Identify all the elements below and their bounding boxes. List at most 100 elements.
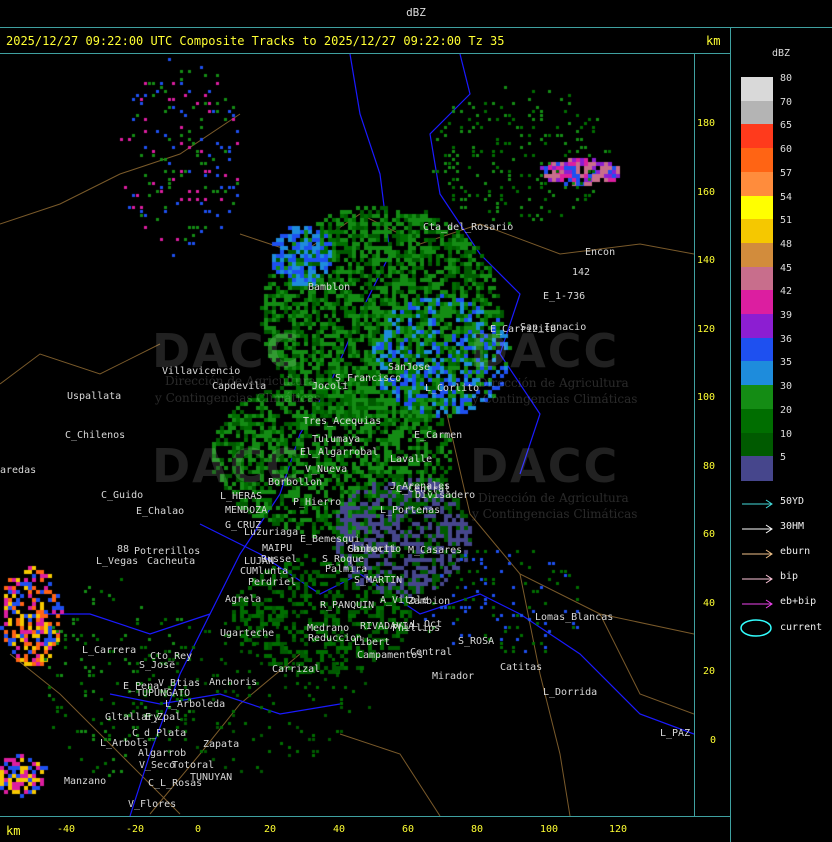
place-label: S_Francisco [335, 373, 402, 384]
place-label: Uspallata [67, 391, 122, 402]
track-legend-label: 30HM [780, 521, 805, 532]
place-label: C_Guido [101, 490, 144, 501]
legend-swatch [741, 242, 773, 268]
y-tick-label: 0 [710, 734, 717, 746]
legend-swatch [741, 456, 773, 482]
track-legend-label: eb+bip [780, 596, 817, 607]
current-legend-label: current [780, 622, 823, 633]
legend-value-label: 70 [780, 96, 793, 108]
x-tick-label: 40 [333, 824, 346, 835]
km-unit-label-bottom: km [6, 824, 21, 838]
place-label: L_PAZ [660, 728, 691, 739]
y-tick-label: 20 [703, 666, 716, 677]
place-label: Villavicencio [162, 366, 241, 377]
legend-swatch [741, 385, 773, 411]
y-tick-label: 120 [697, 323, 716, 335]
legend-value-label: 10 [780, 428, 793, 440]
x-tick-label: 100 [540, 824, 559, 835]
legend-swatch [741, 148, 773, 174]
top-frame-line [0, 27, 832, 28]
place-label: V_Seco [139, 760, 176, 771]
place-label: Cacheuta [147, 556, 196, 567]
place-label: L_Dorrida [543, 687, 598, 698]
legend-swatch [741, 219, 773, 245]
legend-value-label: 30 [780, 381, 793, 393]
x-tick-label: -40 [57, 824, 76, 835]
y-tick-label: 160 [697, 186, 716, 198]
place-label: TUPUNGATO [136, 688, 191, 699]
place-label: Cta_del_Rosario [423, 222, 514, 233]
place-label: Perdriel [248, 577, 297, 588]
place-label: Algarrob [138, 748, 187, 759]
place-label: Totoral [172, 760, 215, 771]
y-tick-label: 80 [703, 460, 716, 472]
place-label: Encon [585, 247, 616, 258]
place-label: Agrela [225, 594, 262, 605]
legend-value-label: 42 [780, 286, 793, 298]
place-label: aredas [0, 465, 37, 476]
place-label: M_Casares [408, 545, 463, 556]
place-label: Capdevila [212, 381, 267, 392]
place-label: 142 [572, 267, 591, 278]
place-label: Luzuriaga [244, 527, 299, 538]
place-label: Libert [354, 637, 391, 648]
legend-value-label: 51 [780, 215, 793, 227]
place-label: V_Flores [128, 799, 177, 810]
place-label: L_Portenas [380, 505, 441, 516]
x-tick-label: 20 [264, 824, 277, 835]
place-label: MENDOZA [225, 505, 268, 516]
current-cell-ellipse-icon [740, 619, 772, 637]
place-label: Tres_Acequias [303, 416, 382, 427]
place-label: Ugarteche [220, 628, 275, 639]
legend-divider [730, 28, 731, 842]
radar-map[interactable]: DACC DACC DACC DACC Dirección de Agricul… [0, 54, 694, 816]
y-tick-label: 140 [697, 255, 716, 266]
legend-swatch [741, 266, 773, 292]
place-label: Bamblon [308, 282, 351, 293]
place-label: J_Arenales [390, 481, 451, 492]
legend-value-label: 57 [780, 167, 793, 179]
place-label: Borbollon [268, 477, 323, 488]
legend-swatch [741, 195, 773, 221]
window-title: dBZ [406, 6, 426, 19]
legend-value-label: 35 [780, 357, 793, 369]
place-label: C_L_Rosas [148, 778, 203, 789]
place-label: Mirador [432, 671, 475, 682]
legend-swatch [741, 290, 773, 316]
x-tick-label: 80 [471, 824, 484, 835]
legend-value-label: 60 [780, 144, 793, 156]
legend-swatch [741, 124, 773, 150]
track-arrow-icon [742, 574, 773, 584]
dacc-watermark-4: DACC [470, 439, 620, 493]
legend-swatch [741, 314, 773, 339]
place-label: El_Algarrobal [300, 447, 379, 458]
legend-value-label: 45 [780, 262, 793, 274]
place-label: S_ROSA [458, 636, 495, 647]
legend-swatch [741, 361, 773, 387]
legend-value-label: 20 [780, 404, 793, 416]
place-label: Central [410, 647, 453, 658]
track-arrow-icon [742, 499, 773, 509]
composite-tracks-title: 2025/12/27 09:22:00 UTC Composite Tracks… [6, 34, 505, 48]
legend-value-label: 39 [780, 310, 793, 321]
dacc-subtitle-3: Dirección de Agricultura [478, 376, 629, 390]
place-label: SanJose [388, 362, 431, 373]
legend-swatch [741, 337, 773, 363]
place-label: Palmira [325, 564, 368, 575]
track-arrow-icon [742, 599, 773, 609]
place-label: MAIPU [262, 543, 293, 554]
place-label: Lavalle [390, 454, 433, 465]
place-label: S_MARTIN [354, 575, 403, 586]
legend-value-label: 36 [780, 333, 793, 345]
y-tick-label: 180 [697, 118, 716, 129]
place-label: Lomas_Blancas [535, 612, 614, 623]
place-label: Tulumaya [312, 434, 361, 445]
place-label: L_Carrera [82, 645, 137, 656]
place-label: Catitas [500, 662, 543, 673]
place-label: Manzano [64, 776, 107, 787]
place-label: E_Chalao [136, 506, 185, 517]
legend-title: dBZ [772, 48, 791, 59]
place-label: L_Corlito [425, 383, 480, 394]
place-label: P_Hierro [293, 497, 342, 508]
track-legend-label: eburn [780, 546, 811, 557]
